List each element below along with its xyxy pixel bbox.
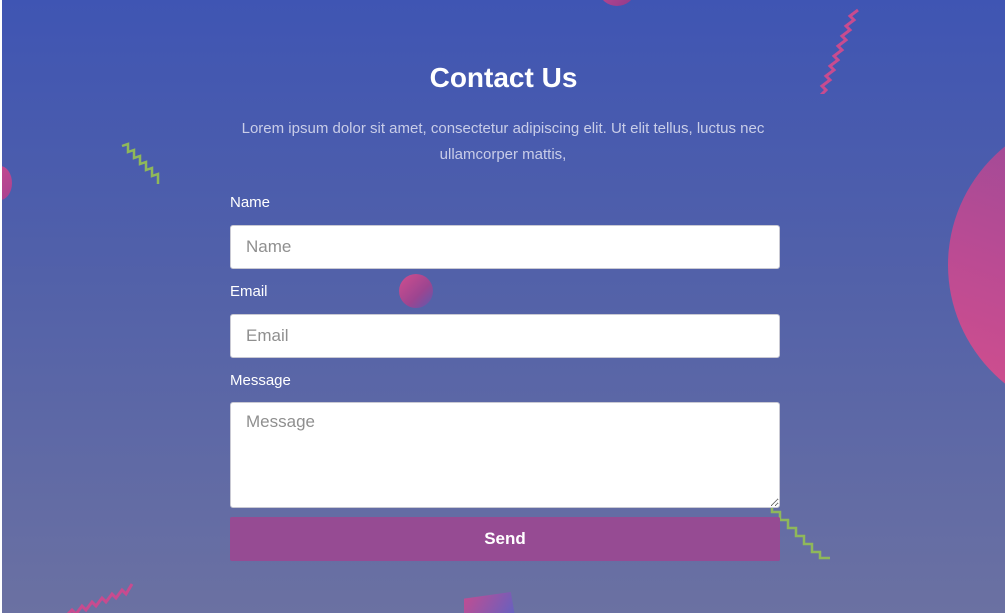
page-subtitle: Lorem ipsum dolor sit amet, consectetur …	[241, 120, 765, 163]
name-label: Name	[230, 194, 271, 211]
email-label: Email	[230, 283, 268, 300]
pink-circle-decoration	[948, 110, 1005, 420]
contact-page: Contact Us Lorem ipsum dolor sit amet, c…	[2, 0, 1005, 613]
name-input[interactable]	[230, 225, 780, 269]
pink-triangle-decoration	[464, 592, 516, 613]
pink-circle-decoration	[399, 274, 433, 308]
message-textarea[interactable]	[230, 402, 780, 508]
send-button[interactable]: Send	[230, 517, 780, 561]
email-input[interactable]	[230, 314, 780, 358]
pink-circle-decoration	[600, 0, 634, 6]
page-title: Contact Us	[429, 62, 578, 93]
green-zigzag-decoration	[121, 142, 160, 184]
message-label: Message	[230, 372, 291, 389]
pink-circle-decoration	[2, 166, 12, 200]
pink-zigzag-decoration	[66, 583, 134, 613]
